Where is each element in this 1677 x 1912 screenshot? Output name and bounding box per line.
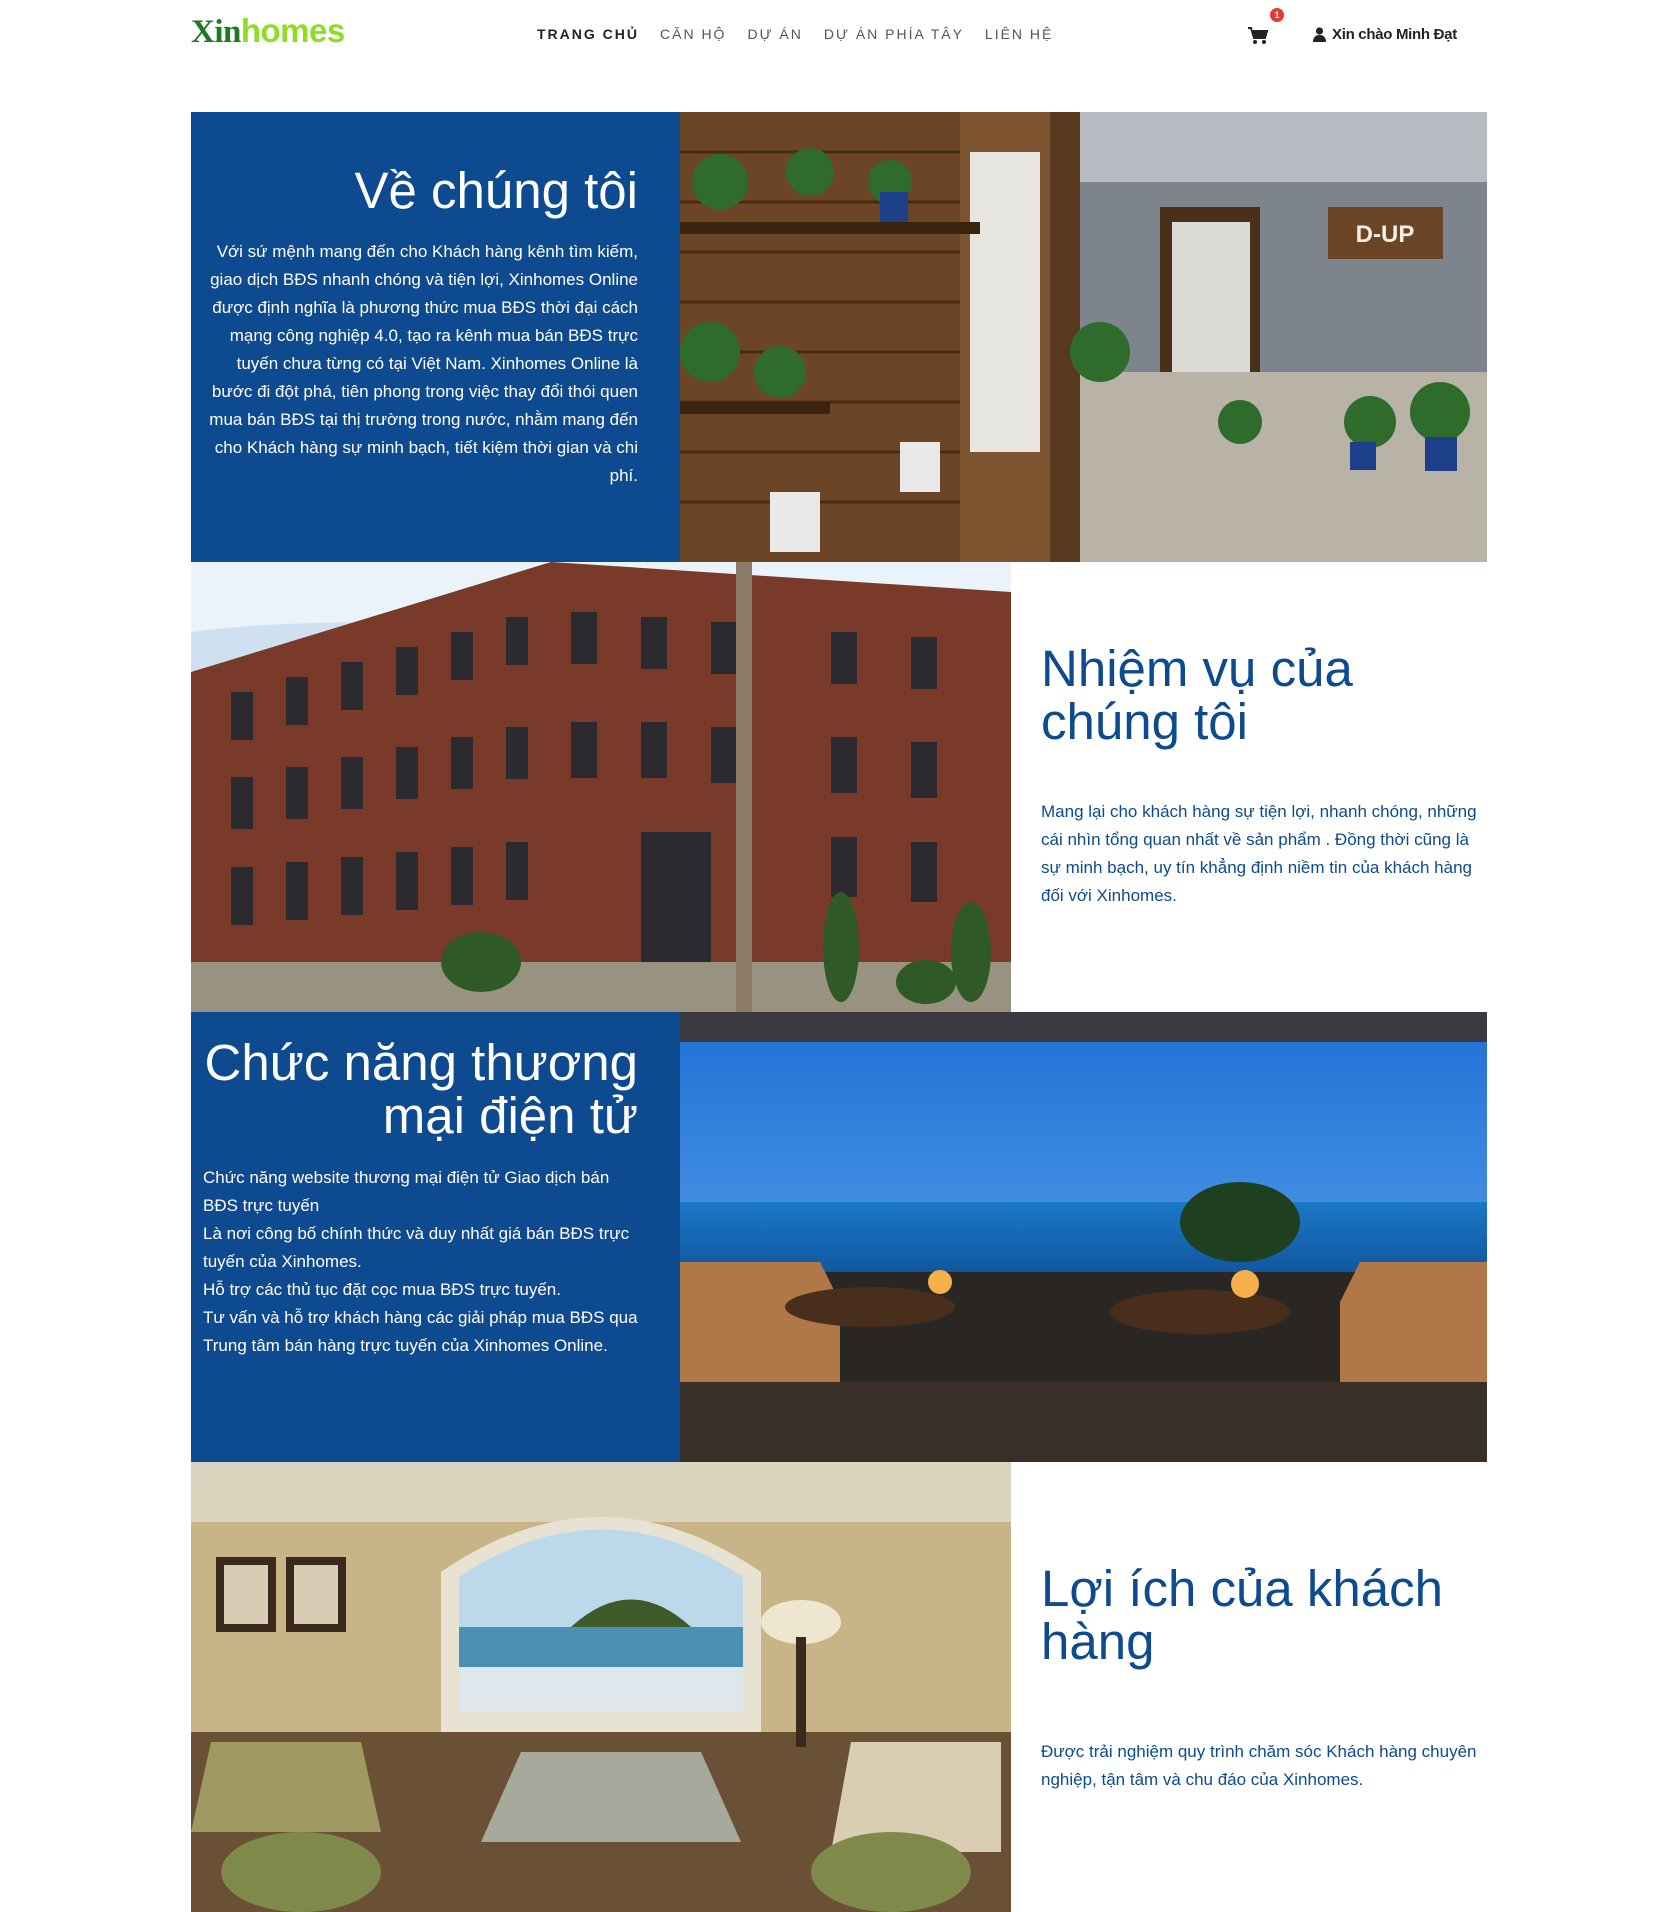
ecommerce-line: Hỗ trợ các thủ tục đặt cọc mua BĐS trực … [203,1280,561,1299]
ecommerce-line: Chức năng website thương mại điện tử Gia… [203,1168,610,1215]
nav-west-projects[interactable]: DỰ ÁN PHÍA TÂY [824,26,964,42]
living-room-image [191,1462,1011,1912]
ecommerce-list: Chức năng website thương mại điện tử Gia… [203,1164,638,1360]
mission-title: Nhiệm vụ của chúng tôi [1041,640,1353,750]
mission-section: Nhiệm vụ của chúng tôi Mang lại cho khác… [191,562,1487,1012]
about-section: Về chúng tôi Với sứ mệnh mang đến cho Kh… [191,112,1487,562]
cart-icon[interactable] [1248,27,1269,45]
nav-apartments[interactable]: CĂN HỘ [660,26,726,42]
mission-body: Mang lại cho khách hàng sự tiện lợi, nha… [1041,802,1477,905]
user-icon [1313,27,1326,42]
greeting-text: Xin chào Minh Đạt [1332,26,1457,43]
site-logo[interactable]: Xinhomes [191,12,345,51]
about-body: Với sứ mệnh mang đến cho Khách hàng kênh… [209,242,638,485]
about-text-panel: Về chúng tôi Với sứ mệnh mang đến cho Kh… [191,112,680,562]
about-title: Về chúng tôi [354,162,638,219]
nav-home[interactable]: TRANG CHỦ [537,26,639,42]
ocean-terrace-image [680,1012,1487,1462]
user-greeting[interactable]: Xin chào Minh Đạt [1313,26,1457,43]
office-interior-image: D-UP [680,112,1487,562]
ecommerce-title: Chức năng thương mại điện tử [204,1034,638,1144]
cart-count-badge: 1 [1270,8,1284,22]
benefits-section: Lợi ích của khách hàng Được trải nghiệm … [191,1462,1487,1912]
nav-projects[interactable]: DỰ ÁN [747,26,802,42]
benefits-body: Được trải nghiệm quy trình chăm sóc Khác… [1041,1742,1477,1789]
logo-text-xin: Xin [191,14,241,50]
dup-sign-text: D-UP [1356,221,1415,248]
ecommerce-text-panel: Chức năng thương mại điện tử Chức năng w… [191,1012,680,1462]
ecommerce-line: Là nơi công bố chính thức và duy nhất gi… [203,1224,630,1271]
nav-contact[interactable]: LIÊN HỆ [985,26,1053,42]
brick-building-image [191,562,1011,1012]
ecommerce-section: Chức năng thương mại điện tử Chức năng w… [191,1012,1487,1462]
logo-text-homes: homes [240,12,345,49]
ecommerce-line: Tư vấn và hỗ trợ khách hàng các giải phá… [203,1308,638,1355]
top-header: Xinhomes TRANG CHỦ CĂN HỘ DỰ ÁN DỰ ÁN PH… [0,0,1677,70]
mission-text-panel: Nhiệm vụ của chúng tôi Mang lại cho khác… [1011,562,1487,1012]
benefits-title: Lợi ích của khách hàng [1041,1560,1443,1670]
main-nav: TRANG CHỦ CĂN HỘ DỰ ÁN DỰ ÁN PHÍA TÂY LI… [537,26,1074,42]
benefits-text-panel: Lợi ích của khách hàng Được trải nghiệm … [1011,1462,1487,1912]
